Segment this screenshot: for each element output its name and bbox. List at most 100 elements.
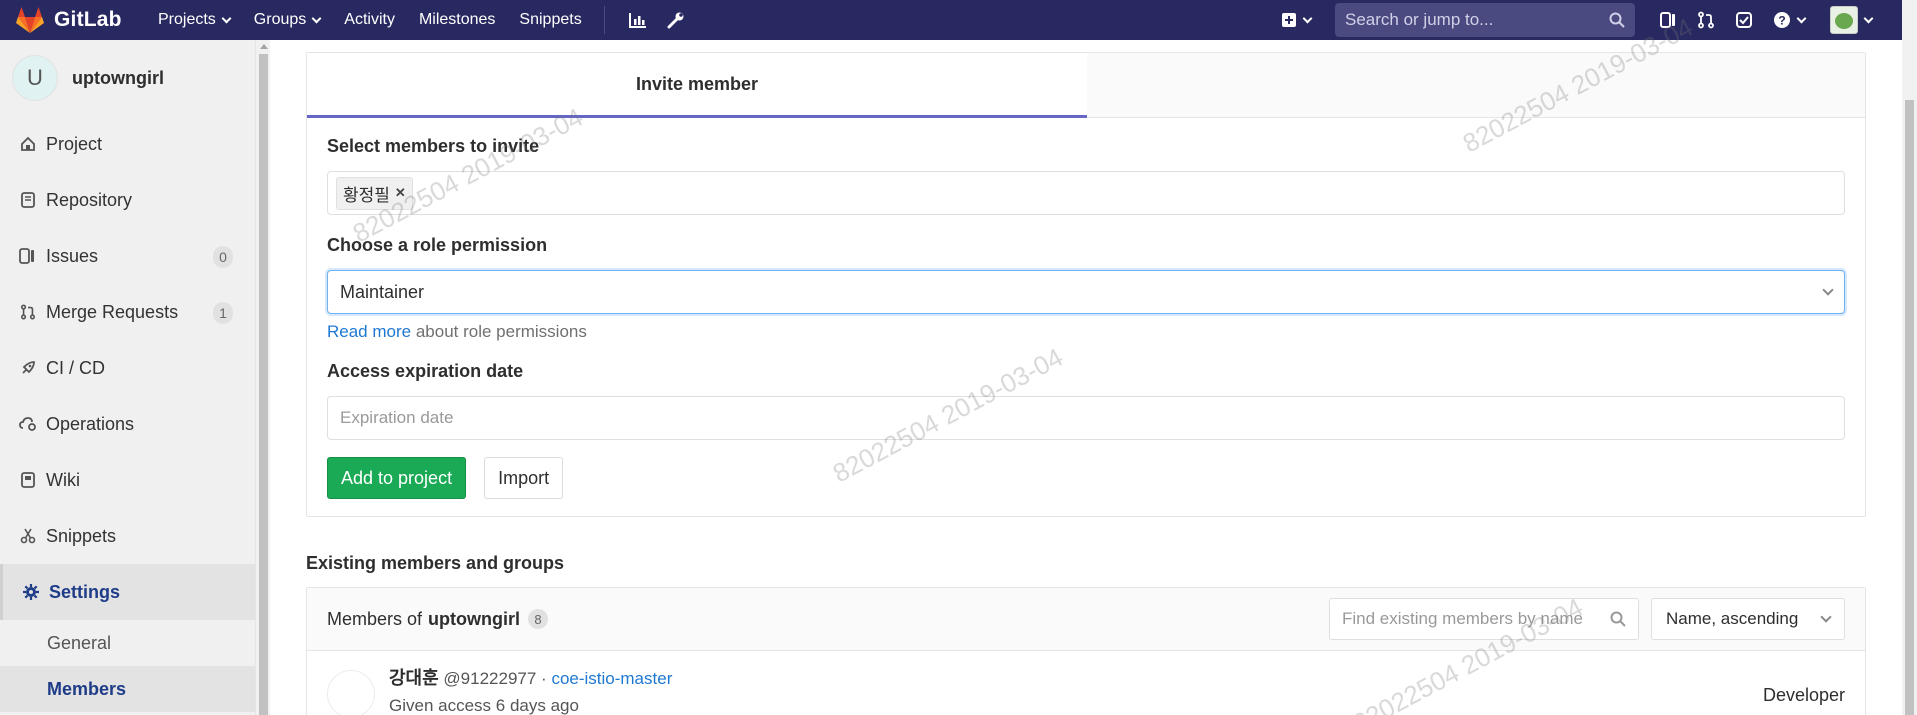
project-sidebar: U uptowngirl Project Repository Issues 0…	[0, 40, 256, 715]
sidebar-item-snippets[interactable]: Snippets	[0, 508, 255, 564]
sidebar-item-label: Project	[46, 133, 103, 154]
global-search[interactable]	[1335, 3, 1635, 37]
help-icon[interactable]: ?	[1763, 0, 1815, 40]
expiration-date-input[interactable]	[327, 396, 1845, 440]
invite-member-card: Invite member Select members to invite 황…	[306, 52, 1866, 517]
project-title: uptowngirl	[72, 67, 164, 88]
chevron-down-icon	[221, 13, 232, 23]
sidebar-subitem-members[interactable]: Members	[0, 666, 255, 712]
invite-form: Select members to invite 황정필 ✕ Choose a …	[307, 118, 1865, 499]
sidebar-subitem-label: General	[47, 632, 112, 653]
member-username: @91222977	[443, 669, 537, 688]
sidebar-item-merge-requests[interactable]: Merge Requests 1	[0, 284, 255, 340]
cloud-gear-icon	[18, 414, 38, 434]
invite-tabs: Invite member	[307, 53, 1865, 118]
sidebar-scrollbar-thumb[interactable]	[259, 54, 268, 715]
wrench-icon[interactable]	[657, 0, 695, 40]
members-count-badge: 8	[528, 609, 549, 629]
selected-member-name: 황정필	[343, 185, 390, 205]
member-info: 강대훈 @91222977 · coe-istio-master Given a…	[389, 664, 672, 715]
sidebar-item-ci-cd[interactable]: CI / CD	[0, 340, 255, 396]
member-role: Developer	[1762, 685, 1845, 705]
sidebar-item-label: CI / CD	[46, 357, 106, 378]
issues-icon[interactable]	[1649, 0, 1687, 40]
members-header: Members of uptowngirl 8 Name, ascending	[307, 588, 1865, 651]
sidebar-item-issues[interactable]: Issues 0	[0, 228, 255, 284]
sidebar-item-settings[interactable]: Settings	[0, 564, 255, 620]
avatar[interactable]	[327, 670, 375, 715]
gitlab-home-link[interactable]: GitLab	[0, 0, 150, 40]
remove-token-icon[interactable]: ✕	[395, 185, 406, 201]
role-permission-value: Maintainer	[340, 281, 425, 302]
chevron-down-icon	[311, 13, 322, 23]
rocket-icon	[18, 358, 38, 378]
global-search-input[interactable]	[1345, 10, 1609, 30]
sidebar-item-label: Operations	[46, 413, 135, 434]
member-group-link[interactable]: coe-istio-master	[551, 669, 672, 688]
scroll-up-arrow-icon[interactable]	[260, 44, 268, 49]
select-members-label: Select members to invite	[327, 136, 540, 156]
chart-icon[interactable]	[619, 0, 657, 40]
book-icon	[18, 470, 38, 490]
sidebar-item-label: Wiki	[46, 469, 80, 490]
sidebar-project-header[interactable]: U uptowngirl	[0, 40, 255, 116]
nav-activity[interactable]: Activity	[332, 0, 407, 40]
nav-snippets[interactable]: Snippets	[507, 0, 593, 40]
issues-icon	[18, 246, 38, 266]
nav-groups[interactable]: Groups	[242, 0, 332, 40]
sidebar-subitem-general[interactable]: General	[0, 620, 255, 666]
page-scrollbar[interactable]	[1902, 0, 1917, 715]
nav-groups-label: Groups	[253, 11, 307, 28]
nav-snippets-label: Snippets	[519, 11, 582, 28]
role-help-text: Read more about role permissions	[327, 322, 1845, 342]
plus-square-icon[interactable]	[1271, 0, 1321, 40]
member-separator: ·	[536, 669, 552, 688]
chevron-down-icon	[1822, 284, 1834, 296]
role-help-suffix: about role permissions	[411, 322, 587, 341]
member-access-date: Given access 6 days ago	[389, 696, 579, 715]
import-button[interactable]: Import	[484, 457, 564, 499]
members-select-input[interactable]: 황정필 ✕	[327, 171, 1845, 215]
member-name[interactable]: 강대훈	[389, 668, 439, 688]
sidebar-item-repository[interactable]: Repository	[0, 172, 255, 228]
sidebar-item-label: Merge Requests	[46, 301, 179, 322]
sidebar-scrollbar[interactable]	[256, 40, 270, 715]
chevron-down-icon	[1302, 13, 1313, 23]
nav-projects[interactable]: Projects	[150, 0, 242, 40]
selected-member-token: 황정필 ✕	[336, 176, 413, 210]
page-scrollbar-thumb[interactable]	[1905, 100, 1914, 715]
todo-check-icon[interactable]	[1725, 0, 1763, 40]
members-header-title: Members of uptowngirl 8	[327, 608, 549, 630]
add-to-project-button[interactable]: Add to project	[327, 457, 467, 499]
sidebar-item-label: Settings	[49, 581, 121, 602]
tab-invite-member[interactable]: Invite member	[307, 53, 1087, 118]
sidebar-item-operations[interactable]: Operations	[0, 396, 255, 452]
merge-request-icon	[18, 302, 38, 322]
main-content: Invite member Select members to invite 황…	[306, 52, 1866, 715]
user-avatar	[1830, 6, 1858, 34]
user-menu[interactable]	[1815, 0, 1879, 40]
member-line: 강대훈 @91222977 · coe-istio-master	[389, 664, 672, 690]
search-icon[interactable]	[1610, 611, 1626, 627]
brand-name: GitLab	[54, 8, 122, 31]
sidebar-item-wiki[interactable]: Wiki	[0, 452, 255, 508]
sidebar-subitem-label: Members	[47, 678, 127, 699]
members-header-prefix: Members of	[327, 608, 423, 629]
members-search-input[interactable]	[1342, 609, 1610, 629]
table-row: 강대훈 @91222977 · coe-istio-master Given a…	[307, 651, 1865, 715]
merge-requests-count-badge: 1	[213, 302, 233, 324]
read-more-link[interactable]: Read more	[327, 322, 411, 341]
nav-milestones[interactable]: Milestones	[407, 0, 507, 40]
gitlab-logo-icon	[16, 7, 44, 33]
sidebar-item-project[interactable]: Project	[0, 116, 255, 172]
gear-icon	[21, 582, 41, 602]
sidebar-item-label: Repository	[46, 189, 133, 210]
merge-request-icon[interactable]	[1687, 0, 1725, 40]
doc-icon	[18, 190, 38, 210]
chevron-down-icon	[1796, 13, 1807, 23]
members-search[interactable]	[1329, 598, 1639, 640]
scissors-icon	[18, 526, 38, 546]
sidebar-item-label: Snippets	[46, 525, 117, 546]
role-permission-select[interactable]: Maintainer	[327, 270, 1845, 314]
members-sort-dropdown[interactable]: Name, ascending	[1651, 598, 1845, 640]
